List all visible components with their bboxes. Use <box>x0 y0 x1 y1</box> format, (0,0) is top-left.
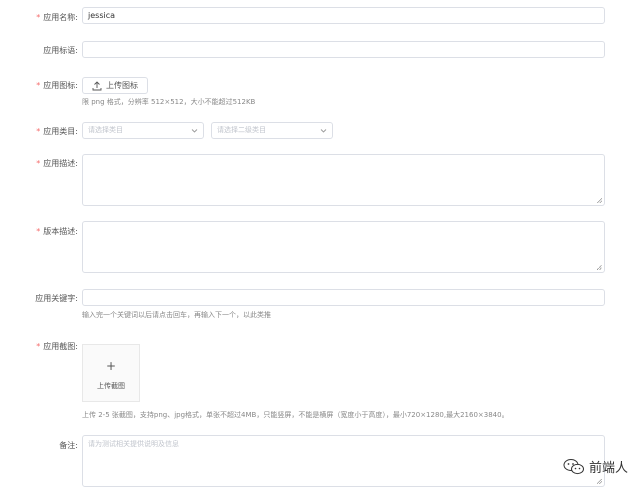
app-icon-hint: 限 png 格式，分辨率 512×512，大小不能超过512KB <box>82 98 256 106</box>
remarks-label: 备注: <box>59 441 78 450</box>
upload-icon <box>92 80 102 90</box>
resize-handle[interactable] <box>597 198 602 203</box>
screenshots-hint: 上传 2-5 张截图，支持png、jpg格式，单张不超过4MB，只能竖屏，不能是… <box>82 411 509 419</box>
app-desc-label: * 应用描述: <box>36 159 78 168</box>
secondary-category-select[interactable]: 请选择二级类目 <box>211 122 333 139</box>
remarks-textarea[interactable]: 请为测试相关提供说明及信息 <box>82 435 605 487</box>
version-desc-textarea[interactable] <box>82 221 605 273</box>
version-desc-label: * 版本描述: <box>36 227 78 236</box>
primary-category-placeholder: 请选择类目 <box>88 126 123 134</box>
app-slogan-input[interactable] <box>82 41 605 58</box>
upload-icon-button[interactable]: 上传图标 <box>82 77 148 94</box>
upload-icon-button-label: 上传图标 <box>106 81 138 90</box>
remarks-placeholder: 请为测试相关提供说明及信息 <box>88 440 179 448</box>
keywords-input[interactable] <box>82 289 605 306</box>
resize-handle[interactable] <box>597 265 602 270</box>
required-mark: * <box>36 227 41 236</box>
upload-screenshot-label: 上传截图 <box>97 382 125 390</box>
app-name-input[interactable]: jessica <box>82 7 605 24</box>
app-name-label: * 应用名称: <box>36 13 78 22</box>
watermark: 前端人 <box>563 457 628 476</box>
plus-icon: + <box>105 359 117 373</box>
required-mark: * <box>36 159 41 168</box>
app-slogan-label: 应用标语: <box>43 46 78 55</box>
upload-screenshot-button[interactable]: + 上传截图 <box>82 344 140 402</box>
required-mark: * <box>36 127 41 136</box>
app-icon-label: * 应用图标: <box>36 81 78 90</box>
chevron-down-icon <box>320 129 327 133</box>
resize-handle[interactable] <box>597 479 602 484</box>
required-mark: * <box>36 13 41 22</box>
keywords-hint: 输入完一个关键词以后请点击回车，再输入下一个，以此类推 <box>82 311 271 319</box>
required-mark: * <box>36 81 41 90</box>
secondary-category-placeholder: 请选择二级类目 <box>217 126 266 134</box>
app-desc-textarea[interactable] <box>82 154 605 206</box>
screenshots-label: * 应用截图: <box>36 342 78 351</box>
app-category-label: * 应用类目: <box>36 127 78 136</box>
wechat-logo-icon <box>563 458 584 474</box>
chevron-down-icon <box>191 129 198 133</box>
keywords-label: 应用关键字: <box>35 294 78 303</box>
required-mark: * <box>36 342 41 351</box>
watermark-text: 前端人 <box>588 461 628 476</box>
primary-category-select[interactable]: 请选择类目 <box>82 122 204 139</box>
